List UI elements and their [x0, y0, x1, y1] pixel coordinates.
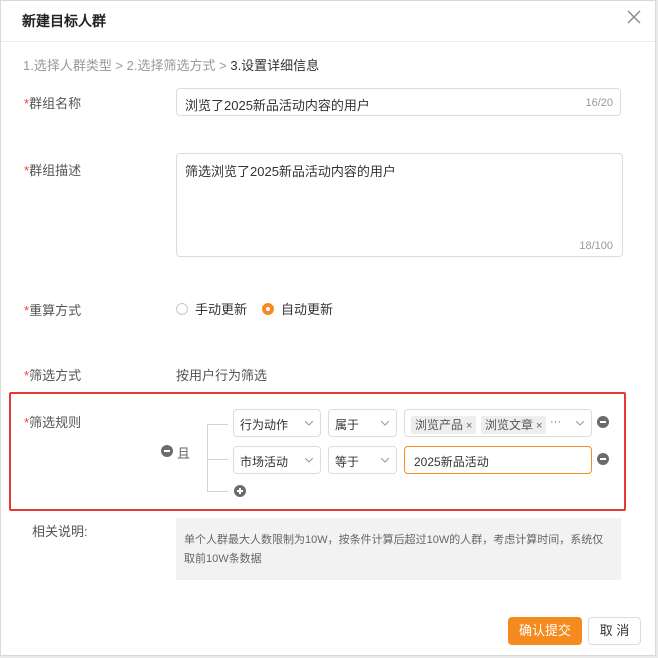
group-name-count: 16/20 — [585, 97, 613, 109]
filter-method-label: *筛选方式 — [24, 368, 82, 383]
tag-label: 浏览产品 — [415, 418, 464, 432]
chevron-down-icon — [305, 458, 313, 463]
group-desc-textarea[interactable]: 筛选浏览了2025新品活动内容的用户 18/100 — [176, 153, 623, 257]
step-separator: > — [215, 58, 231, 73]
notes-label: 相关说明: — [32, 524, 88, 539]
step-3-current: 3.设置详细信息 — [230, 58, 320, 73]
remove-condition-icon[interactable] — [597, 453, 609, 465]
more-tags-indicator: ··· — [550, 416, 561, 428]
group-name-value: 浏览了2025新品活动内容的用户 — [185, 98, 370, 113]
dialog-header: 新建目标人群 — [1, 1, 655, 42]
radio-auto-update[interactable]: 自动更新 — [262, 299, 333, 318]
rule2-field-value: 市场活动 — [240, 455, 289, 469]
group-name-input[interactable]: 浏览了2025新品活动内容的用户 16/20 — [176, 88, 621, 116]
new-audience-dialog: 新建目标人群 1.选择人群类型 > 2.选择筛选方式 > 3.设置详细信息 *群… — [0, 0, 656, 656]
tag-remove-icon[interactable]: × — [536, 420, 542, 432]
close-icon[interactable] — [625, 8, 643, 26]
rule1-operator-value: 属于 — [335, 418, 360, 432]
filter-method-value: 按用户行为筛选 — [176, 368, 268, 383]
step-2: 2.选择筛选方式 — [126, 58, 216, 73]
rule2-operator-value: 等于 — [335, 455, 360, 469]
value-tag: 浏览产品 × — [411, 416, 477, 434]
logic-toggle-icon[interactable] — [161, 445, 173, 457]
radio-circle-selected[interactable] — [262, 302, 274, 315]
rule2-operator-select[interactable]: 等于 — [328, 446, 397, 474]
breadcrumb: 1.选择人群类型 > 2.选择筛选方式 > 3.设置详细信息 — [23, 55, 319, 74]
rule1-operator-select[interactable]: 属于 — [328, 409, 397, 437]
rule1-field-value: 行为动作 — [240, 418, 289, 432]
chevron-down-icon — [305, 421, 313, 426]
logic-bracket-mid — [208, 459, 228, 460]
dialog-title: 新建目标人群 — [22, 13, 106, 29]
rule1-field-select[interactable]: 行为动作 — [233, 409, 321, 437]
group-desc-value: 筛选浏览了2025新品活动内容的用户 — [185, 164, 396, 179]
submit-button[interactable]: 确认提交 — [508, 617, 582, 645]
notes-text: 单个人群最大人数限制为10W，按条件计算后超过10W的人群，考虑计算时间，系统仅… — [176, 518, 621, 580]
logic-bracket — [207, 424, 228, 492]
step-separator: > — [111, 58, 127, 73]
tag-label: 浏览文章 — [485, 418, 534, 432]
logic-operator: 且 — [177, 446, 191, 461]
chevron-down-icon — [576, 421, 584, 426]
cancel-button[interactable]: 取 消 — [588, 617, 641, 645]
group-desc-label: *群组描述 — [24, 163, 82, 178]
rule1-value-multiselect[interactable]: 浏览产品 × 浏览文章 × ··· — [404, 409, 592, 437]
rule2-value: 2025新品活动 — [414, 455, 489, 469]
chevron-down-icon — [381, 458, 389, 463]
filter-rules-label: *筛选规则 — [24, 415, 82, 430]
group-desc-count: 18/100 — [579, 240, 613, 252]
recalc-label: *重算方式 — [24, 303, 82, 318]
remove-condition-icon[interactable] — [597, 416, 609, 428]
tag-remove-icon[interactable]: × — [466, 420, 472, 432]
add-condition-icon[interactable] — [234, 485, 246, 497]
step-1: 1.选择人群类型 — [23, 58, 112, 73]
radio-label: 自动更新 — [281, 302, 334, 317]
chevron-down-icon — [381, 421, 389, 426]
radio-manual-update[interactable]: 手动更新 — [176, 299, 247, 318]
rule2-value-input[interactable]: 2025新品活动 — [404, 446, 592, 474]
radio-circle[interactable] — [176, 302, 188, 315]
radio-label: 手动更新 — [195, 302, 248, 317]
group-name-label: *群组名称 — [24, 96, 82, 111]
rule2-field-select[interactable]: 市场活动 — [233, 446, 321, 474]
value-tag: 浏览文章 × — [481, 416, 547, 434]
